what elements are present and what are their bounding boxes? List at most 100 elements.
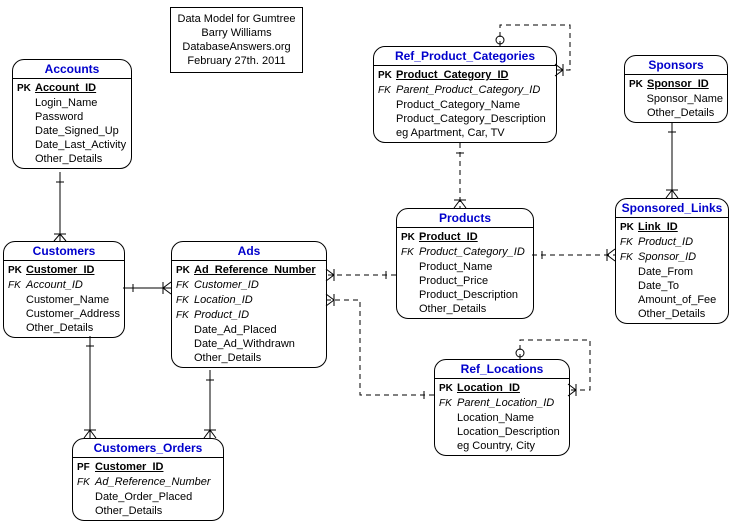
attribute-name: Product_ID [419,230,478,244]
key-col: PK [401,231,419,245]
attribute-name: Customer_ID [95,460,163,474]
key-col: PK [629,78,647,92]
attribute-row: FKCustomer_ID [176,278,322,293]
attribute-row: PKAccount_ID [17,81,127,96]
diagram-info-box: Data Model for Gumtree Barry Williams Da… [170,7,303,73]
key-col: PK [17,82,35,96]
attribute-row: Date_Ad_Placed [176,323,322,337]
attribute-row: Product_Name [401,260,529,274]
attribute-name: Product_Description [419,288,518,302]
attribute-row: FKAccount_ID [8,278,120,293]
attribute-row: FKParent_Product_Category_ID [378,83,552,98]
entity-title: Ref_Product_Categories [374,47,556,66]
key-col: PK [620,221,638,235]
attribute-row: PKAd_Reference_Number [176,263,322,278]
attribute-name: Amount_of_Fee [638,293,716,307]
attribute-name: Other_Details [419,302,486,316]
attribute-name: Other_Details [26,321,93,335]
attribute-row: PFCustomer_ID [77,460,219,475]
attribute-name: Date_Order_Placed [95,490,192,504]
attribute-row: FKAd_Reference_Number [77,475,219,490]
entity-body: PKLocation_IDFKParent_Location_IDLocatio… [435,379,569,455]
attribute-name: Parent_Product_Category_ID [396,83,540,97]
entity-body: PKProduct_IDFKProduct_Category_IDProduct… [397,228,533,318]
attribute-name: Ad_Reference_Number [194,263,316,277]
attribute-name: eg Country, City [457,439,535,453]
key-col: PK [176,264,194,278]
attribute-name: Customer_ID [194,278,259,292]
attribute-name: Product_Name [419,260,492,274]
attribute-row: Other_Details [629,106,723,120]
attribute-row: Password [17,110,127,124]
attribute-row: eg Apartment, Car, TV [378,126,552,140]
attribute-row: Product_Category_Name [378,98,552,112]
entity-body: PKSponsor_IDSponsor_NameOther_Details [625,75,727,122]
key-col: FK [176,309,194,323]
entity-body: PKLink_IDFKProduct_IDFKSponsor_IDDate_Fr… [616,218,728,323]
attribute-name: Date_Ad_Withdrawn [194,337,295,351]
attribute-name: Other_Details [95,504,162,518]
attribute-name: Product_Category_Name [396,98,520,112]
attribute-row: Other_Details [8,321,120,335]
attribute-row: Customer_Address [8,307,120,321]
attribute-row: PKCustomer_ID [8,263,120,278]
attribute-row: Location_Description [439,425,565,439]
key-col: FK [176,279,194,293]
attribute-row: Other_Details [620,307,724,321]
attribute-row: Product_Price [401,274,529,288]
entity-title: Customers [4,242,124,261]
attribute-name: Login_Name [35,96,97,110]
attribute-name: Customer_ID [26,263,94,277]
key-col: FK [176,294,194,308]
entity-customers-orders: Customers_OrdersPFCustomer_IDFKAd_Refere… [72,438,224,521]
attribute-row: Other_Details [17,152,127,166]
attribute-row: eg Country, City [439,439,565,453]
attribute-row: Product_Category_Description [378,112,552,126]
attribute-name: Other_Details [638,307,705,321]
attribute-name: Sponsor_Name [647,92,723,106]
entity-title: Sponsored_Links [616,199,728,218]
key-col: FK [439,397,457,411]
attribute-row: Sponsor_Name [629,92,723,106]
info-line: Data Model for Gumtree [177,12,296,26]
attribute-name: Date_Ad_Placed [194,323,277,337]
key-col: PK [439,382,457,396]
attribute-row: Date_Order_Placed [77,490,219,504]
attribute-row: Customer_Name [8,293,120,307]
attribute-row: PKProduct_Category_ID [378,68,552,83]
key-col: PK [378,69,396,83]
attribute-row: PKSponsor_ID [629,77,723,92]
attribute-name: Product_Price [419,274,488,288]
attribute-name: Product_Category_Description [396,112,546,126]
info-line: Barry Williams [177,26,296,40]
attribute-row: Date_From [620,265,724,279]
attribute-name: Link_ID [638,220,678,234]
attribute-name: Sponsor_ID [647,77,709,91]
entity-title: Ref_Locations [435,360,569,379]
info-line: DatabaseAnswers.org [177,40,296,54]
attribute-name: Ad_Reference_Number [95,475,211,489]
entity-title: Products [397,209,533,228]
attribute-name: Account_ID [26,278,83,292]
attribute-name: Product_ID [194,308,249,322]
attribute-name: Sponsor_ID [638,250,696,264]
attribute-row: FKProduct_Category_ID [401,245,529,260]
entity-ads: AdsPKAd_Reference_NumberFKCustomer_IDFKL… [171,241,327,368]
attribute-name: Product_ID [638,235,693,249]
entity-sponsored-links: Sponsored_LinksPKLink_IDFKProduct_IDFKSp… [615,198,729,324]
attribute-row: Date_Last_Activity [17,138,127,152]
key-col: FK [77,476,95,490]
attribute-row: FKProduct_ID [620,235,724,250]
entity-title: Accounts [13,60,131,79]
entity-sponsors: SponsorsPKSponsor_IDSponsor_NameOther_De… [624,55,728,123]
entity-title: Sponsors [625,56,727,75]
entity-ref-locations: Ref_LocationsPKLocation_IDFKParent_Locat… [434,359,570,456]
attribute-name: Product_Category_ID [419,245,525,259]
entity-title: Ads [172,242,326,261]
attribute-name: Date_To [638,279,679,293]
attribute-row: Date_To [620,279,724,293]
attribute-row: Login_Name [17,96,127,110]
entity-body: PKAccount_IDLogin_NamePasswordDate_Signe… [13,79,131,168]
attribute-row: Other_Details [176,351,322,365]
attribute-name: Location_ID [457,381,520,395]
